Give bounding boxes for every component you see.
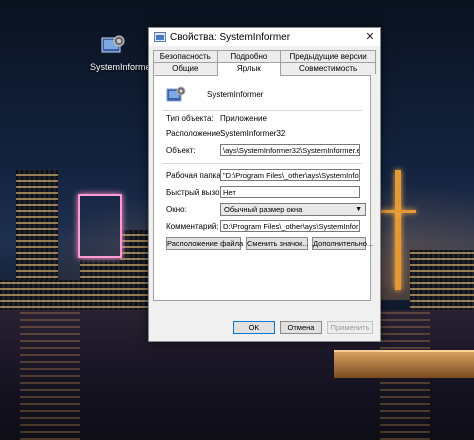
tab-compatibility[interactable]: Совместимость <box>280 62 377 74</box>
window-select-value: Обычный размер окна <box>224 205 303 214</box>
tab-strip: Безопасность Подробно Предыдущие версии … <box>153 50 377 76</box>
shortcut-name: SystemInformer <box>207 90 264 99</box>
target-label: Объект: <box>166 146 196 155</box>
workdir-field[interactable]: "D:\Program Files\_other\ays\SystemInfor… <box>220 169 360 181</box>
properties-dialog: Свойства: SystemInformer ✕ Безопасность … <box>148 27 381 342</box>
workdir-label: Рабочая папка: <box>166 171 224 180</box>
change-icon-button[interactable]: Сменить значок... <box>246 237 309 250</box>
location-value: SystemInformer32 <box>220 129 286 138</box>
comment-field[interactable]: D:\Program Files\_other\ays\SystemInform… <box>220 220 360 232</box>
tab-security[interactable]: Безопасность <box>153 50 218 62</box>
desktop-icon-label: SystemInformer <box>90 62 154 72</box>
system-informer-app-icon <box>166 85 186 105</box>
ok-button[interactable]: OK <box>233 321 275 334</box>
hotkey-field[interactable]: Нет <box>220 186 360 198</box>
cancel-button[interactable]: Отмена <box>280 321 322 334</box>
window-label: Окно: <box>166 205 187 214</box>
type-label: Тип объекта: <box>166 114 214 123</box>
target-field[interactable]: \ays\SystemInformer32\SystemInformer.exe… <box>220 144 360 156</box>
divider <box>162 163 362 164</box>
tab-shortcut[interactable]: Ярлык <box>216 62 282 76</box>
desktop-shortcut-systeminformer[interactable]: SystemInformer <box>90 32 154 72</box>
apply-button[interactable]: Применить <box>327 321 373 334</box>
system-informer-app-icon <box>100 32 126 58</box>
tab-details[interactable]: Подробно <box>216 50 282 62</box>
window-select[interactable]: Обычный размер окна ▼ <box>220 203 366 216</box>
shortcut-panel: SystemInformer Тип объекта: Приложение Р… <box>153 75 373 301</box>
comment-label: Комментарий: <box>166 222 219 231</box>
chevron-down-icon: ▼ <box>355 206 362 213</box>
dialog-titlebar[interactable]: Свойства: SystemInformer ✕ <box>149 28 380 46</box>
dialog-title: Свойства: SystemInformer <box>170 31 291 43</box>
close-icon[interactable]: ✕ <box>362 29 378 45</box>
divider <box>162 110 362 111</box>
open-file-location-button[interactable]: Расположение файла <box>166 237 243 250</box>
tab-previous-versions[interactable]: Предыдущие версии <box>280 50 377 62</box>
type-value: Приложение <box>220 114 267 123</box>
hotkey-label: Быстрый вызов: <box>166 188 227 197</box>
shortcut-title-icon <box>154 31 166 43</box>
location-label: Расположение: <box>166 129 223 138</box>
tab-general[interactable]: Общие <box>153 62 218 74</box>
advanced-button[interactable]: Дополнительно... <box>312 237 373 250</box>
